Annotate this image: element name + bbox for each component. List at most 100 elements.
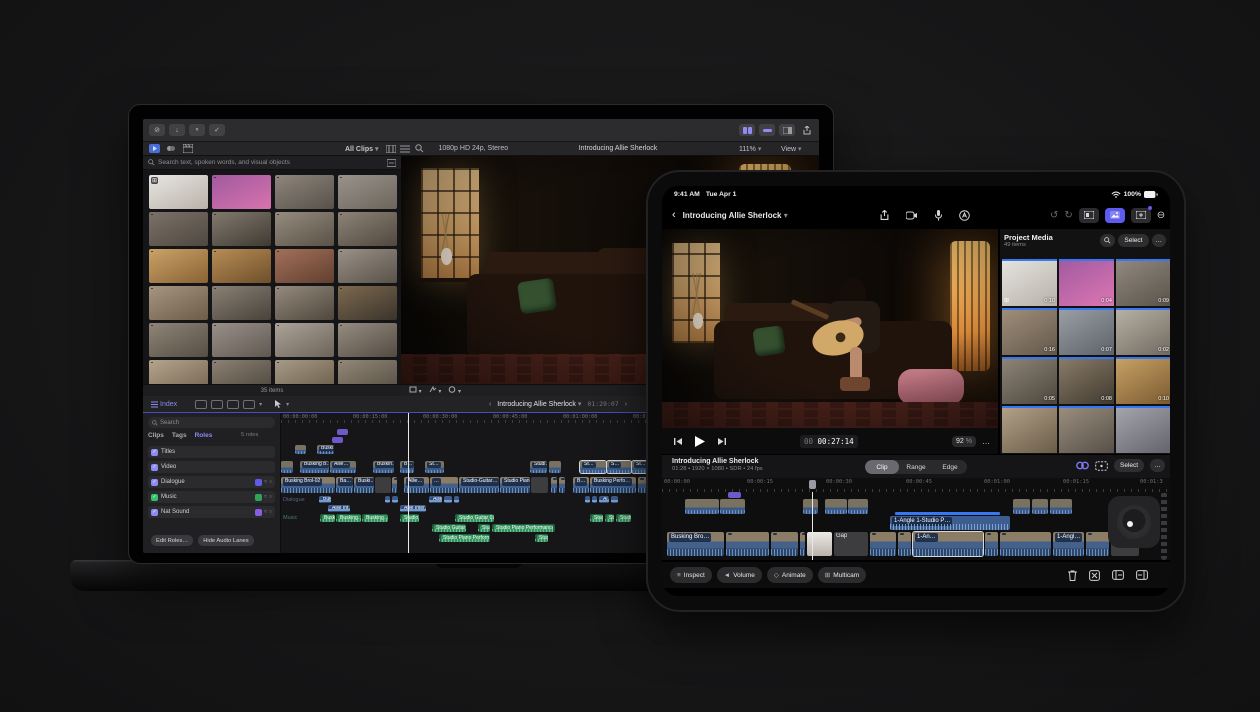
media-clip-thumbnail[interactable]: 0:08 bbox=[1059, 357, 1114, 404]
timeline-clip[interactable]: Allie Inter… bbox=[400, 505, 426, 512]
timeline-clip[interactable]: Busking Perfo… bbox=[590, 477, 636, 493]
timeline-clip[interactable]: Buski… bbox=[354, 477, 374, 493]
timeline-clip[interactable]: Studio Piano Performance bbox=[492, 524, 555, 532]
browser-clip-thumbnail[interactable] bbox=[338, 175, 397, 209]
redo-icon[interactable]: ↻ bbox=[1064, 210, 1072, 221]
timeline-clip[interactable] bbox=[559, 477, 565, 493]
window-control-button[interactable]: ✓ bbox=[209, 124, 225, 136]
timeline-clip[interactable]: Buski… bbox=[317, 445, 334, 454]
media-clip-thumbnail[interactable] bbox=[1059, 406, 1114, 453]
browser-clip-thumbnail[interactable] bbox=[212, 175, 271, 209]
browser-clip-thumbnail[interactable] bbox=[149, 212, 208, 246]
timecode-display[interactable]: 00 00:27:14 bbox=[800, 435, 858, 448]
browser-clip-thumbnail[interactable] bbox=[338, 249, 397, 283]
list-view-icon[interactable] bbox=[398, 144, 412, 154]
timeline-clip[interactable]: B… bbox=[400, 461, 414, 473]
timeline-clip[interactable] bbox=[895, 512, 1000, 515]
titles-generators-icon[interactable] bbox=[181, 144, 195, 154]
browser-clip-thumbnail[interactable] bbox=[338, 323, 397, 357]
timeline-clip[interactable]: Studio Guitar 02… bbox=[432, 524, 466, 532]
edit-mode-option[interactable]: Range bbox=[899, 460, 933, 474]
browser-clip-thumbnail[interactable] bbox=[149, 360, 208, 384]
timeline-clip[interactable]: Studio Piano… bbox=[500, 477, 530, 493]
index-tab[interactable]: Clips bbox=[148, 432, 164, 439]
undo-icon[interactable]: ↺ bbox=[1050, 210, 1058, 221]
edit-roles-button[interactable]: Edit Roles… bbox=[151, 535, 193, 546]
share-icon[interactable] bbox=[880, 210, 889, 221]
timeline-clip[interactable]: Busking B… bbox=[300, 461, 329, 473]
project-title[interactable]: Introducing Allie Sherlock ▾ bbox=[683, 211, 788, 220]
clip-appearance-icon[interactable] bbox=[195, 400, 207, 409]
media-clip-thumbnail[interactable] bbox=[1002, 406, 1057, 453]
role-row[interactable]: ✓ Titles ≈○ bbox=[148, 446, 275, 458]
timeline-clip[interactable] bbox=[551, 477, 557, 493]
timeline-clip[interactable] bbox=[985, 532, 998, 556]
timeline-clip[interactable]: St… bbox=[605, 514, 614, 522]
window-control-button[interactable]: ↓ bbox=[169, 124, 185, 136]
playhead[interactable] bbox=[812, 492, 813, 560]
role-row[interactable]: ✓ Video ≈○ bbox=[148, 461, 275, 473]
media-clip-thumbnail[interactable]: ⊞0:10 bbox=[1002, 259, 1057, 306]
timeline-clip[interactable]: 1-An… bbox=[913, 532, 983, 556]
media-clip-thumbnail[interactable]: 0:05 bbox=[1002, 357, 1057, 404]
clip-appearance-icon[interactable] bbox=[227, 400, 239, 409]
play-button[interactable] bbox=[695, 436, 705, 447]
timeline-clip[interactable]: Studi… bbox=[530, 461, 547, 473]
playhead-handle[interactable] bbox=[809, 480, 816, 489]
audio-lanes-icon[interactable]: ≈ bbox=[264, 509, 267, 515]
connect-clips-icon[interactable] bbox=[1076, 461, 1089, 470]
timeline-clip[interactable]: Allie… bbox=[330, 461, 356, 473]
browser-clip-thumbnail[interactable]: ⊞ bbox=[149, 175, 208, 209]
timeline-clip[interactable]: Allie… bbox=[429, 496, 442, 503]
media-more-button[interactable]: … bbox=[1152, 234, 1167, 247]
trim-tail-icon[interactable] bbox=[1136, 570, 1148, 580]
window-control-button[interactable]: ⚬ bbox=[189, 124, 205, 136]
playhead[interactable] bbox=[408, 413, 409, 553]
viewer-layout-button[interactable] bbox=[1079, 208, 1099, 223]
more-icon[interactable]: … bbox=[982, 437, 990, 446]
browser-clip-thumbnail[interactable] bbox=[212, 212, 271, 246]
index-search-field[interactable]: Search bbox=[148, 417, 275, 428]
timeline-clip[interactable] bbox=[549, 461, 561, 473]
workspace-timeline-toggle[interactable] bbox=[759, 124, 775, 136]
edit-mode-option[interactable]: Clip bbox=[865, 460, 899, 474]
media-select-button[interactable]: Select bbox=[1118, 234, 1148, 247]
timeline-clip[interactable] bbox=[611, 496, 618, 503]
timeline-clip[interactable]: 1-Angl… bbox=[1053, 532, 1084, 556]
timeline-clip[interactable] bbox=[585, 496, 590, 503]
timeline-more-button[interactable]: … bbox=[1150, 459, 1165, 472]
timeline-clip[interactable] bbox=[898, 532, 911, 556]
timeline-clip[interactable] bbox=[592, 496, 597, 503]
timeline-clip[interactable]: Busking Brol-02 bbox=[281, 477, 335, 493]
timeline-clip[interactable] bbox=[444, 496, 452, 503]
timeline-clip[interactable]: Studi… bbox=[616, 514, 631, 522]
cut-clip-icon[interactable] bbox=[1089, 570, 1100, 581]
browser-clip-thumbnail[interactable] bbox=[149, 286, 208, 320]
tool-button[interactable]: ◇Animate bbox=[767, 567, 813, 583]
voiceover-icon[interactable] bbox=[959, 210, 970, 221]
filmstrip-view-icon[interactable] bbox=[384, 144, 398, 154]
audio-lanes-icon[interactable]: ≈ bbox=[264, 479, 267, 485]
role-checkbox[interactable]: ✓ bbox=[151, 449, 158, 456]
timeline-clip[interactable]: Gap bbox=[834, 532, 868, 556]
effects-tool-dropdown[interactable]: ▾ bbox=[448, 386, 461, 395]
timeline-clip[interactable]: Studi… bbox=[535, 534, 548, 542]
jog-wheel-dial[interactable] bbox=[1117, 505, 1151, 539]
crop-tool-dropdown[interactable]: ▾ bbox=[409, 386, 422, 395]
browser-clip-thumbnail[interactable] bbox=[338, 286, 397, 320]
timeline-clip[interactable] bbox=[720, 499, 745, 514]
add-media-button[interactable] bbox=[1131, 208, 1151, 223]
timeline-clip[interactable]: Buk… bbox=[319, 496, 331, 503]
timeline-clip[interactable]: Busk… bbox=[320, 514, 335, 522]
trash-icon[interactable] bbox=[1068, 570, 1077, 581]
hide-audio-lanes-button[interactable]: Hide Audio Lanes bbox=[198, 535, 253, 546]
browser-clip-thumbnail[interactable] bbox=[275, 360, 334, 384]
browser-clip-thumbnail[interactable] bbox=[212, 286, 271, 320]
workspace-inspector-toggle[interactable] bbox=[779, 124, 795, 136]
timeline-clip[interactable] bbox=[295, 445, 306, 454]
browser-clip-thumbnail[interactable] bbox=[275, 249, 334, 283]
media-clip-thumbnail[interactable]: 0:02 bbox=[1116, 308, 1170, 355]
timeline-clip[interactable]: Buskin… bbox=[373, 461, 394, 473]
sidebar-media-icon[interactable] bbox=[147, 144, 161, 154]
search-icon[interactable] bbox=[412, 144, 426, 154]
